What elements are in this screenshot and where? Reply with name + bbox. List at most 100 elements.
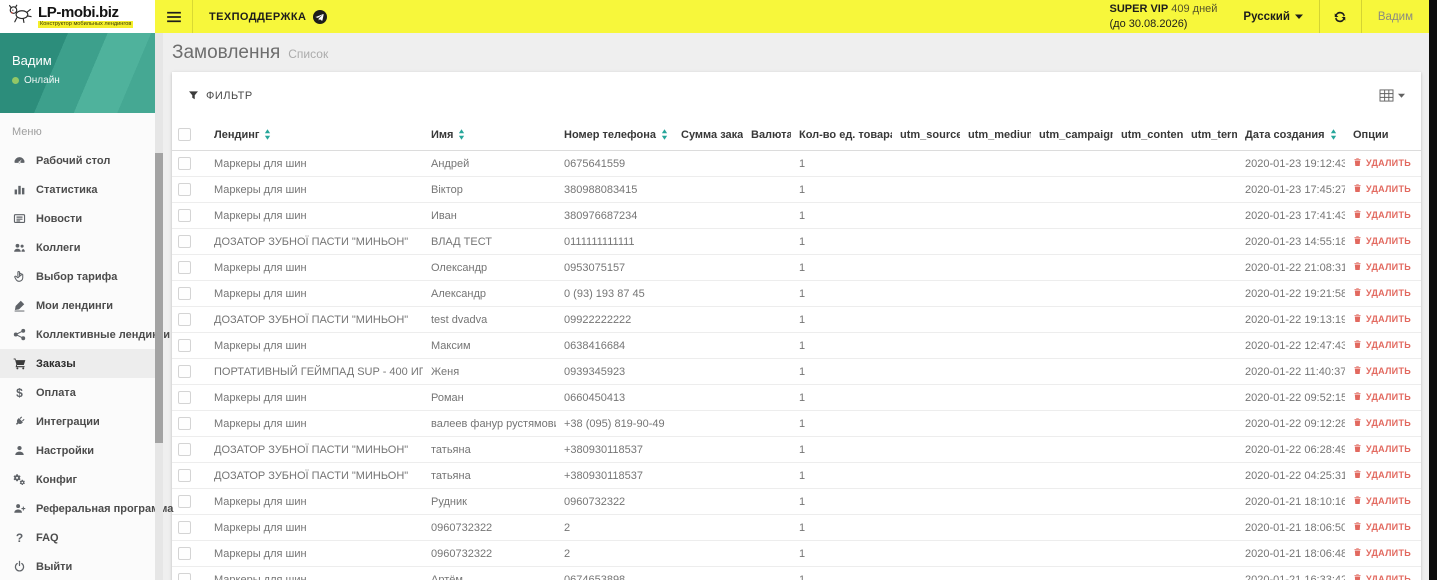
- user-menu-button[interactable]: Вадим: [1360, 0, 1429, 33]
- row-checkbox[interactable]: [178, 573, 191, 580]
- sidebar-item-config[interactable]: Конфиг: [0, 465, 155, 494]
- row-checkbox[interactable]: [178, 365, 191, 378]
- trash-icon: [1353, 547, 1362, 559]
- column-header-created[interactable]: Дата создания: [1237, 119, 1345, 151]
- sidebar-item-news[interactable]: Новости: [0, 204, 155, 233]
- language-dropdown[interactable]: Русский: [1227, 0, 1318, 33]
- delete-button[interactable]: УДАЛИТЬ: [1353, 495, 1411, 507]
- row-checkbox[interactable]: [178, 521, 191, 534]
- sidebar-scrollbar-thumb[interactable]: [155, 153, 163, 443]
- table-row: Маркеры для шин Олександр 0953075157 1 2020-…: [172, 254, 1421, 281]
- sidebar-item-desktop[interactable]: Рабочий стол: [0, 146, 155, 175]
- delete-button[interactable]: УДАЛИТЬ: [1353, 521, 1411, 533]
- cell-utm-campaign: [1031, 488, 1113, 515]
- sidebar-scrollbar[interactable]: [155, 33, 163, 580]
- row-checkbox[interactable]: [178, 261, 191, 274]
- cell-created: 2020-01-22 09:12:28: [1237, 410, 1345, 437]
- page-scrollbar[interactable]: [1429, 0, 1437, 580]
- sidebar-item-payment[interactable]: $ Оплата: [0, 378, 155, 407]
- row-checkbox[interactable]: [178, 547, 191, 560]
- column-header-utm_source: utm_source: [892, 119, 960, 151]
- row-checkbox[interactable]: [178, 339, 191, 352]
- sidebar-item-label: Выбор тарифа: [36, 270, 118, 283]
- sidebar-item-referral[interactable]: Реферальная программа: [0, 494, 173, 523]
- hamburger-menu-button[interactable]: [155, 0, 193, 33]
- cell-utm-content: [1113, 306, 1183, 333]
- column-header-phone[interactable]: Номер телефона: [556, 119, 673, 151]
- sidebar-item-statistics[interactable]: Статистика: [0, 175, 155, 204]
- delete-button[interactable]: УДАЛИТЬ: [1353, 313, 1411, 325]
- refresh-button[interactable]: [1318, 0, 1361, 33]
- delete-button[interactable]: УДАЛИТЬ: [1353, 443, 1411, 455]
- row-checkbox[interactable]: [178, 235, 191, 248]
- cell-utm-content: [1113, 566, 1183, 580]
- cell-utm-campaign: [1031, 410, 1113, 437]
- sidebar-item-my-landings[interactable]: Мои лендинги: [0, 291, 155, 320]
- sidebar-item-tariff[interactable]: Выбор тарифа: [0, 262, 155, 291]
- column-header-sum: Сумма заказа: [673, 119, 743, 151]
- row-checkbox[interactable]: [178, 183, 191, 196]
- sidebar-item-settings[interactable]: Настройки: [0, 436, 155, 465]
- row-checkbox[interactable]: [178, 209, 191, 222]
- delete-button[interactable]: УДАЛИТЬ: [1353, 235, 1411, 247]
- cell-qty: 1: [791, 332, 892, 359]
- filter-button[interactable]: ФИЛЬТР: [188, 90, 253, 102]
- online-status-label: Онлайн: [24, 75, 60, 86]
- row-checkbox[interactable]: [178, 495, 191, 508]
- delete-button[interactable]: УДАЛИТЬ: [1353, 209, 1411, 221]
- cell-utm-campaign: [1031, 514, 1113, 541]
- column-header-landing[interactable]: Лендинг: [206, 119, 423, 151]
- refresh-icon: [1335, 11, 1346, 22]
- cell-name: Олександр: [423, 254, 556, 281]
- plan-until: (до 30.08.2026): [1109, 17, 1188, 30]
- row-checkbox[interactable]: [178, 469, 191, 482]
- delete-button[interactable]: УДАЛИТЬ: [1353, 339, 1411, 351]
- chevron-down-icon: [1398, 93, 1405, 98]
- cell-phone: 0111111111111: [556, 228, 673, 255]
- sidebar-item-orders[interactable]: Заказы: [0, 349, 155, 378]
- delete-button[interactable]: УДАЛИТЬ: [1353, 261, 1411, 273]
- filter-label: ФИЛЬТР: [206, 89, 253, 102]
- cell-utm-source: [892, 488, 960, 515]
- delete-button[interactable]: УДАЛИТЬ: [1353, 469, 1411, 481]
- delete-button[interactable]: УДАЛИТЬ: [1353, 287, 1411, 299]
- cell-phone: 0674653898: [556, 566, 673, 580]
- select-all-cell: [172, 119, 206, 151]
- sidebar-item-integrations[interactable]: Интеграции: [0, 407, 155, 436]
- support-button[interactable]: ТЕХПОДДЕРЖКА: [193, 0, 343, 33]
- select-all-checkbox[interactable]: [178, 128, 191, 141]
- cell-utm-content: [1113, 176, 1183, 203]
- row-checkbox[interactable]: [178, 417, 191, 430]
- row-checkbox[interactable]: [178, 443, 191, 456]
- column-header-name[interactable]: Имя: [423, 119, 556, 151]
- cell-qty: 1: [791, 540, 892, 567]
- delete-button[interactable]: УДАЛИТЬ: [1353, 183, 1411, 195]
- row-checkbox[interactable]: [178, 157, 191, 170]
- delete-button[interactable]: УДАЛИТЬ: [1353, 547, 1411, 559]
- delete-button[interactable]: УДАЛИТЬ: [1353, 573, 1411, 580]
- row-checkbox[interactable]: [178, 287, 191, 300]
- cell-utm-term: [1183, 254, 1237, 281]
- cell-phone: 0939345923: [556, 358, 673, 385]
- sidebar-item-colleagues[interactable]: Коллеги: [0, 233, 155, 262]
- row-checkbox[interactable]: [178, 391, 191, 404]
- sidebar-item-logout[interactable]: Выйти: [0, 552, 155, 580]
- sidebar-item-faq[interactable]: ? FAQ: [0, 523, 155, 552]
- cell-landing: ДОЗАТОР ЗУБНОЇ ПАСТИ "МИНЬОН": [206, 228, 423, 255]
- delete-button[interactable]: УДАЛИТЬ: [1353, 417, 1411, 429]
- share-icon: [12, 328, 27, 341]
- chevron-down-icon: [1294, 14, 1303, 19]
- online-status-dot: [12, 77, 19, 84]
- delete-button[interactable]: УДАЛИТЬ: [1353, 391, 1411, 403]
- delete-button[interactable]: УДАЛИТЬ: [1353, 157, 1411, 169]
- cell-sum: [673, 488, 743, 515]
- gauge-icon: [12, 154, 27, 167]
- sidebar-item-collective-landings[interactable]: Коллективные лендинги: [0, 320, 170, 349]
- delete-button[interactable]: УДАЛИТЬ: [1353, 365, 1411, 377]
- column-header-utm_term: utm_term: [1183, 119, 1237, 151]
- column-settings-button[interactable]: [1379, 89, 1405, 102]
- trash-icon: [1353, 287, 1362, 299]
- cell-utm-source: [892, 540, 960, 567]
- row-checkbox[interactable]: [178, 313, 191, 326]
- cell-utm-campaign: [1031, 228, 1113, 255]
